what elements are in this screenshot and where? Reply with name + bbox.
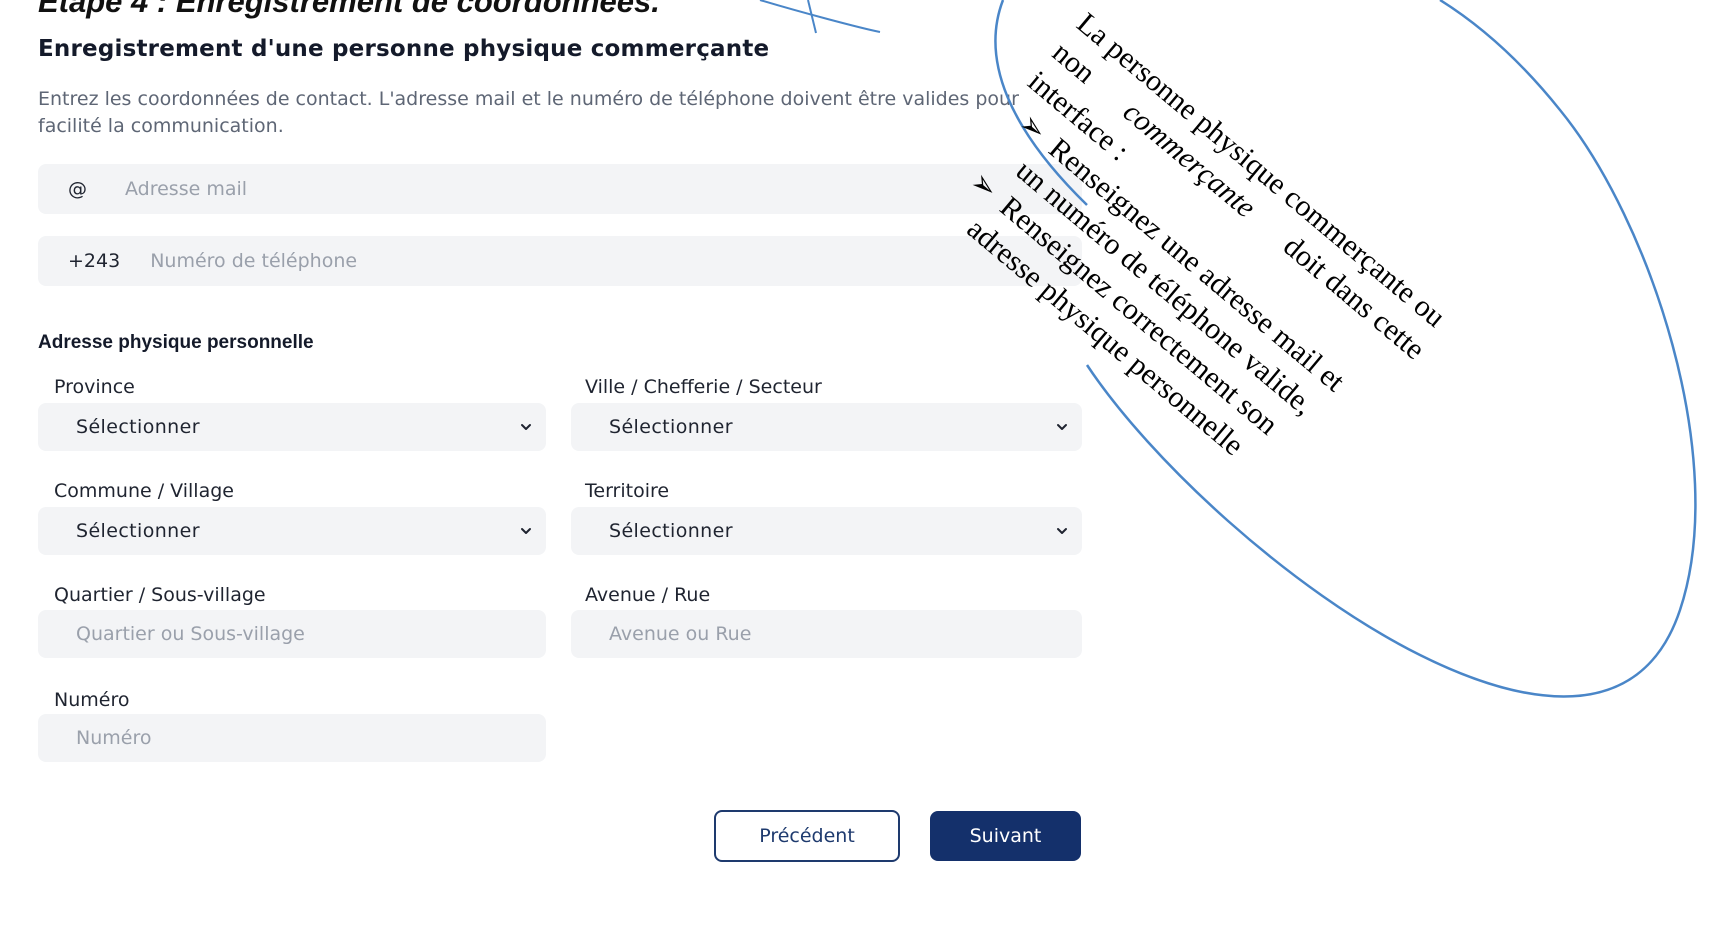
email-placeholder: Adresse mail	[125, 178, 248, 200]
commune-select[interactable]: Sélectionner	[38, 507, 546, 555]
page-title: Enregistrement d'une personne physique c…	[38, 36, 770, 62]
chevron-down-icon	[518, 419, 534, 435]
quartier-label: Quartier / Sous-village	[54, 584, 266, 606]
phone-field[interactable]: +243 Numéro de téléphone	[38, 236, 1082, 286]
territoire-label: Territoire	[585, 480, 670, 502]
province-select[interactable]: Sélectionner	[38, 403, 546, 451]
province-value: Sélectionner	[76, 416, 200, 438]
numero-input[interactable]: Numéro	[38, 714, 546, 762]
territoire-value: Sélectionner	[609, 520, 733, 542]
avenue-input[interactable]: Avenue ou Rue	[571, 610, 1082, 658]
quartier-input[interactable]: Quartier ou Sous-village	[38, 610, 546, 658]
chevron-down-icon	[1054, 419, 1070, 435]
step-heading: Etape 4 : Enregistrement de coordonnées.	[38, 0, 660, 19]
numero-label: Numéro	[54, 689, 130, 711]
address-section-title: Adresse physique personnelle	[38, 332, 314, 353]
avenue-placeholder: Avenue ou Rue	[609, 623, 752, 645]
page-description: Entrez les coordonnées de contact. L'adr…	[38, 88, 1019, 137]
at-icon: @	[68, 178, 87, 200]
ville-value: Sélectionner	[609, 416, 733, 438]
previous-button[interactable]: Précédent	[714, 810, 900, 862]
next-button[interactable]: Suivant	[930, 811, 1081, 861]
province-label: Province	[54, 376, 135, 398]
commune-value: Sélectionner	[76, 520, 200, 542]
ville-select[interactable]: Sélectionner	[571, 403, 1082, 451]
chevron-down-icon	[518, 523, 534, 539]
commune-label: Commune / Village	[54, 480, 234, 502]
phone-country-code: +243	[68, 250, 121, 272]
numero-placeholder: Numéro	[76, 727, 152, 749]
avenue-label: Avenue / Rue	[585, 584, 711, 606]
territoire-select[interactable]: Sélectionner	[571, 507, 1082, 555]
chevron-down-icon	[1054, 523, 1070, 539]
ville-label: Ville / Chefferie / Secteur	[585, 376, 822, 398]
quartier-placeholder: Quartier ou Sous-village	[76, 623, 305, 645]
phone-placeholder: Numéro de téléphone	[150, 250, 358, 272]
